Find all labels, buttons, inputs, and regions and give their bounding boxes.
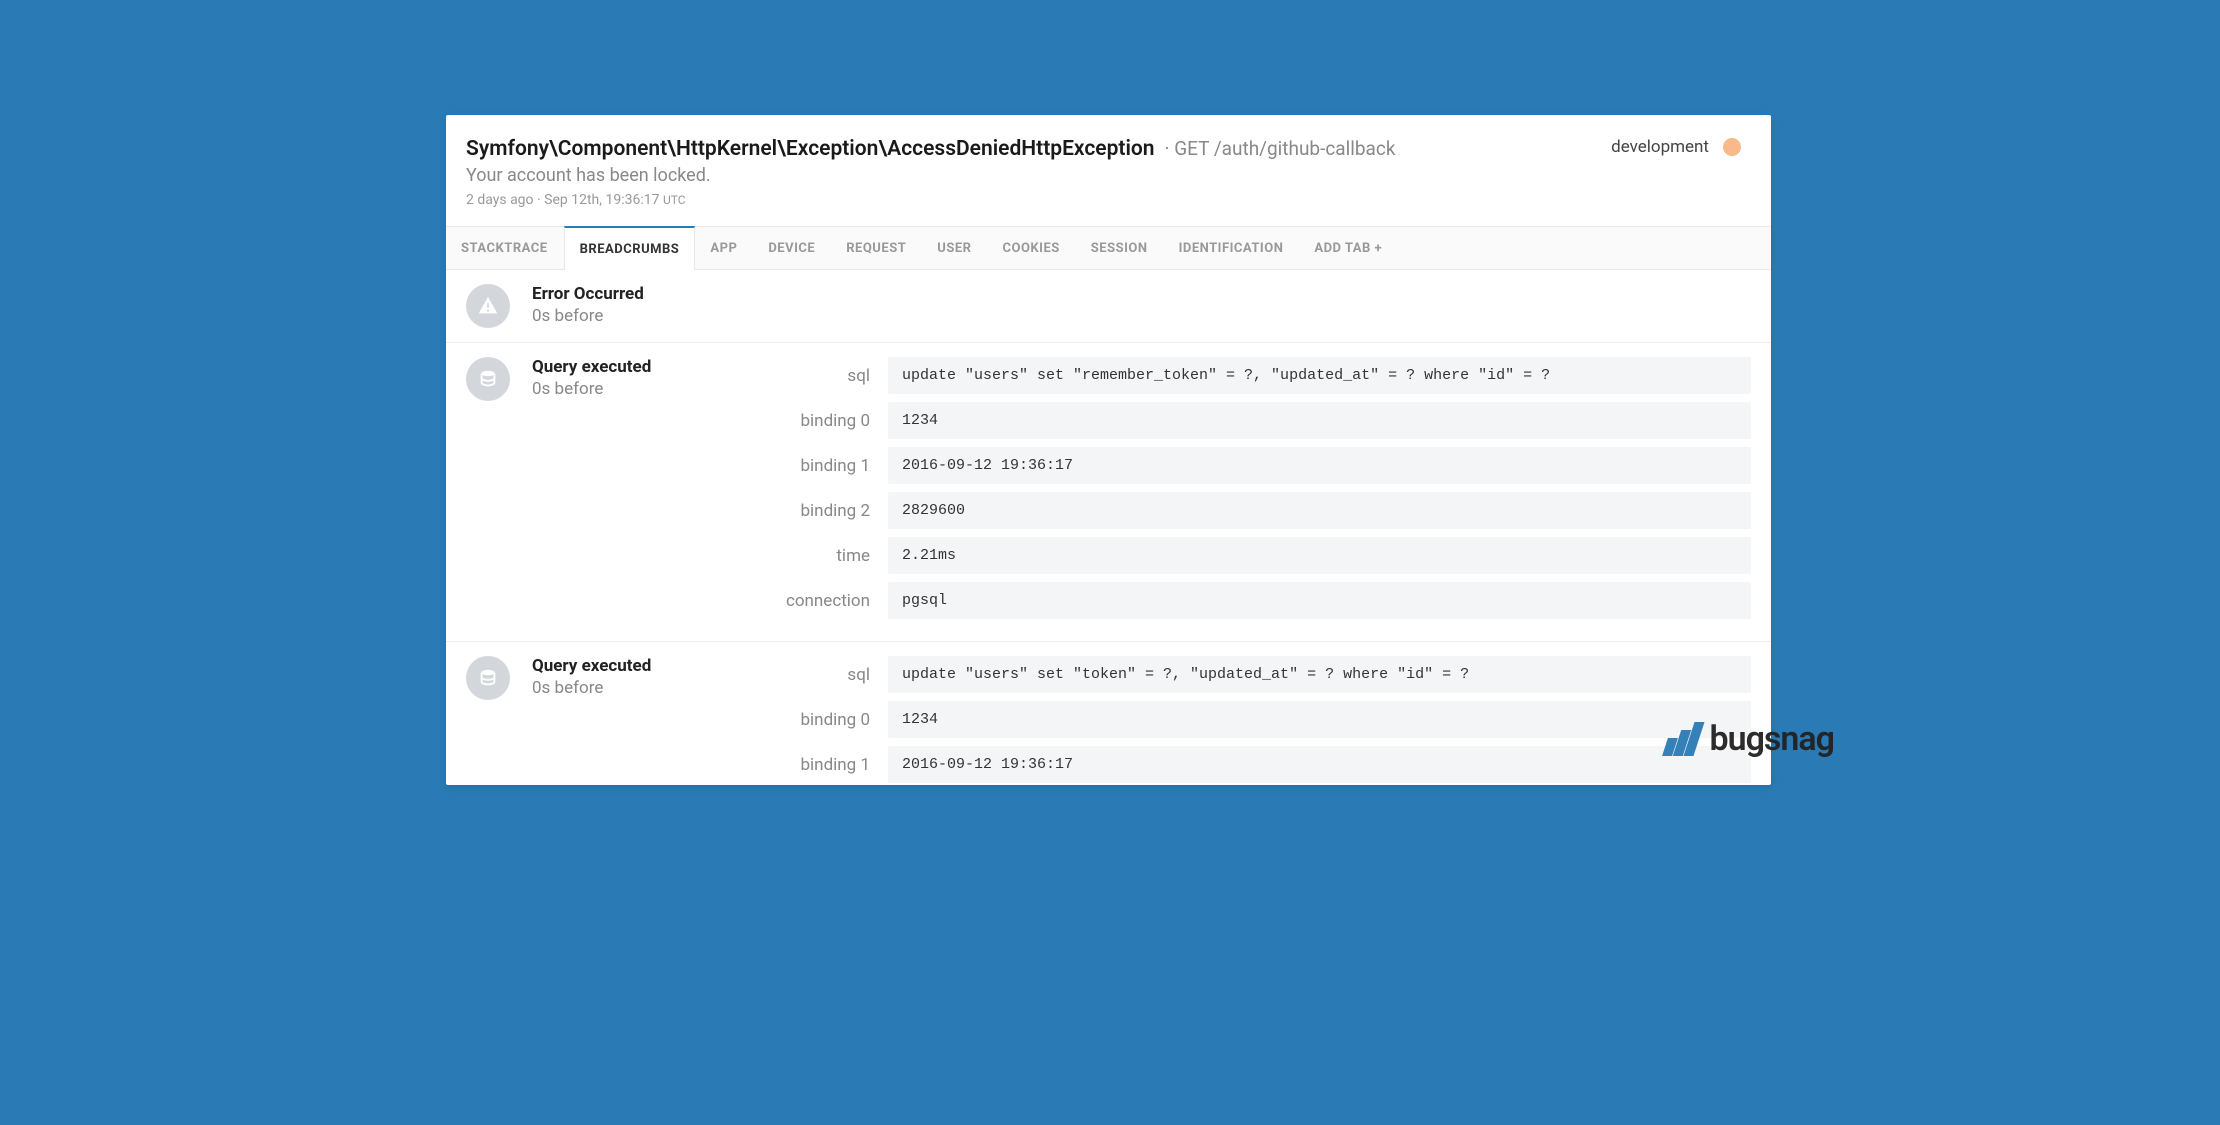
breadcrumb-time: 0s before [532, 678, 682, 698]
tab-identification[interactable]: IDENTIFICATION [1164, 227, 1300, 269]
environment-dot-icon [1723, 138, 1741, 156]
detail-value: 2829600 [888, 492, 1751, 529]
breadcrumb-item: Query executed0s before sqlupdate "users"… [446, 642, 1771, 785]
tab-breadcrumbs[interactable]: BREADCRUMBS [564, 226, 696, 270]
detail-row: binding 01234 [702, 402, 1751, 439]
error-header: Symfony\Component\HttpKernel\Exception\A… [446, 115, 1771, 226]
environment-badge: development [1611, 137, 1741, 157]
warning-icon [466, 284, 510, 328]
database-icon [466, 656, 510, 700]
detail-row: sqlupdate "users" set "remember_token" =… [702, 357, 1751, 394]
tabs-bar: STACKTRACEBREADCRUMBSAPPDEVICEREQUESTUSE… [446, 226, 1771, 270]
detail-label: sql [702, 357, 888, 394]
tab-device[interactable]: DEVICE [753, 227, 831, 269]
tab-user[interactable]: USER [922, 227, 987, 269]
detail-row: binding 12016-09-12 19:36:17 [702, 746, 1751, 783]
environment-label: development [1611, 137, 1709, 157]
detail-row: sqlupdate "users" set "token" = ?, "upda… [702, 656, 1751, 693]
detail-value: update "users" set "token" = ?, "updated… [888, 656, 1751, 693]
detail-value: update "users" set "remember_token" = ?,… [888, 357, 1751, 394]
tab-request[interactable]: REQUEST [831, 227, 922, 269]
breadcrumb-time: 0s before [532, 379, 682, 399]
breadcrumb-details: sqlupdate "users" set "token" = ?, "upda… [702, 656, 1751, 785]
detail-label: binding 2 [702, 492, 888, 529]
detail-row: connectionpgsql [702, 582, 1751, 619]
detail-row: time2.21ms [702, 537, 1751, 574]
breadcrumb-title: Query executed [532, 357, 682, 377]
detail-label: sql [702, 656, 888, 693]
detail-value: 2016-09-12 19:36:17 [888, 746, 1751, 783]
timestamp-row: 2 days ago · Sep 12th, 19:36:17 UTC [466, 192, 1741, 208]
tab-cookies[interactable]: COOKIES [987, 227, 1075, 269]
error-detail-panel: Symfony\Component\HttpKernel\Exception\A… [446, 115, 1771, 785]
detail-row: binding 01234 [702, 701, 1751, 738]
tab-stacktrace[interactable]: STACKTRACE [446, 227, 564, 269]
exception-name: Symfony\Component\HttpKernel\Exception\A… [466, 137, 1155, 161]
http-method-path: · GET /auth/github-callback [1165, 137, 1396, 160]
detail-label: time [702, 537, 888, 574]
breadcrumb-title: Query executed [532, 656, 682, 676]
detail-value: 2.21ms [888, 537, 1751, 574]
detail-label: binding 0 [702, 402, 888, 439]
breadcrumb-item: Error Occurred0s before [446, 270, 1771, 343]
bugsnag-text: bugsnag [1709, 719, 1834, 759]
tab-add-tab-[interactable]: ADD TAB + [1299, 227, 1398, 269]
breadcrumb-details: sqlupdate "users" set "remember_token" =… [702, 357, 1751, 627]
breadcrumb-item: Query executed0s before sqlupdate "users"… [446, 343, 1771, 642]
detail-row: binding 12016-09-12 19:36:17 [702, 447, 1751, 484]
error-message: Your account has been locked. [466, 165, 1741, 186]
database-icon [466, 357, 510, 401]
breadcrumb-time: 0s before [532, 306, 682, 326]
breadcrumb-list: Error Occurred0s beforeQuery executed0s … [446, 270, 1771, 785]
tab-app[interactable]: APP [695, 227, 753, 269]
detail-label: binding 1 [702, 447, 888, 484]
detail-label: binding 0 [702, 701, 888, 738]
detail-row: binding 22829600 [702, 492, 1751, 529]
detail-value: pgsql [888, 582, 1751, 619]
detail-label: connection [702, 582, 888, 619]
detail-value: 1234 [888, 701, 1751, 738]
detail-value: 1234 [888, 402, 1751, 439]
bugsnag-logo: bugsnag [1665, 719, 1834, 759]
breadcrumb-title: Error Occurred [532, 284, 682, 304]
tab-session[interactable]: SESSION [1076, 227, 1164, 269]
detail-label: binding 1 [702, 746, 888, 783]
bugsnag-bars-icon [1665, 722, 1701, 756]
detail-value: 2016-09-12 19:36:17 [888, 447, 1751, 484]
